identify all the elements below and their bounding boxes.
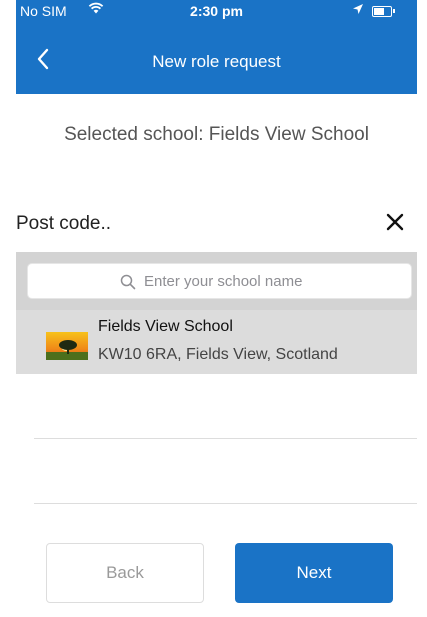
status-bar: No SIM 2:30 pm: [16, 0, 417, 22]
school-name: Fields View School: [98, 318, 233, 335]
close-icon[interactable]: [383, 210, 407, 234]
postcode-row: Post code..: [16, 210, 417, 250]
list-divider: [34, 503, 417, 504]
search-panel: [16, 252, 417, 310]
school-address: KW10 6RA, Fields View, Scotland: [98, 346, 338, 363]
battery-icon: [372, 6, 392, 17]
location-arrow-icon: [352, 3, 364, 18]
app-screen: No SIM 2:30 pm New role request Selected…: [0, 0, 417, 617]
school-result-item[interactable]: Fields View School KW10 6RA, Fields View…: [16, 310, 417, 374]
back-button[interactable]: Back: [46, 543, 204, 603]
school-thumbnail-icon: [46, 332, 88, 360]
list-divider: [34, 438, 417, 439]
battery-tip: [393, 9, 395, 13]
school-search-input[interactable]: [144, 264, 404, 298]
selected-school-heading: Selected school: Fields View School: [64, 124, 369, 145]
nav-title: New role request: [152, 52, 281, 71]
search-box[interactable]: [27, 263, 412, 299]
top-bar: No SIM 2:30 pm New role request: [16, 0, 417, 94]
postcode-label: Post code..: [16, 213, 112, 234]
next-button[interactable]: Next: [235, 543, 393, 603]
search-icon: [120, 274, 136, 290]
